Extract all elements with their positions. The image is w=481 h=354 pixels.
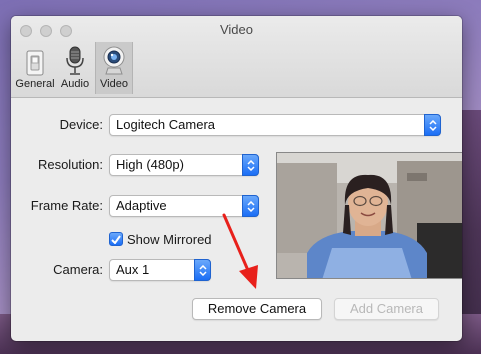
- show-mirrored-label[interactable]: Show Mirrored: [127, 232, 212, 247]
- tab-general[interactable]: General: [15, 42, 55, 94]
- tab-video-label: Video: [100, 78, 128, 90]
- chevron-updown-icon: [194, 259, 211, 281]
- chevron-updown-icon: [424, 114, 441, 136]
- title-bar: Video General Audio Video: [11, 16, 462, 98]
- chevron-updown-icon: [242, 154, 259, 176]
- resolution-popup-value: High (480p): [116, 157, 184, 172]
- switch-icon: [26, 50, 44, 76]
- tab-audio[interactable]: Audio: [55, 42, 95, 94]
- camera-preview-image: [277, 153, 462, 278]
- device-label: Device:: [59, 117, 103, 132]
- device-popup[interactable]: Logitech Camera: [109, 114, 441, 136]
- annotation-arrow-icon: [222, 213, 258, 289]
- checkmark-icon: [111, 234, 121, 244]
- webcam-icon: [103, 46, 125, 75]
- show-mirrored-checkbox[interactable]: [109, 232, 123, 246]
- camera-label: Camera:: [53, 262, 103, 277]
- tab-video[interactable]: Video: [95, 42, 133, 94]
- tab-audio-label: Audio: [60, 78, 90, 90]
- preferences-toolbar: General Audio Video: [15, 42, 133, 94]
- camera-preview: [276, 152, 462, 279]
- window-title: Video: [219, 22, 253, 37]
- add-camera-button[interactable]: Add Camera: [334, 298, 439, 320]
- device-popup-value: Logitech Camera: [116, 117, 215, 132]
- camera-popup[interactable]: Aux 1: [109, 259, 211, 281]
- microphone-icon: [66, 46, 84, 75]
- resolution-popup[interactable]: High (480p): [109, 154, 259, 176]
- remove-camera-button[interactable]: Remove Camera: [192, 298, 322, 320]
- resolution-label: Resolution:: [37, 157, 103, 172]
- tab-general-label: General: [15, 78, 55, 90]
- frame-rate-popup-value: Adaptive: [116, 198, 167, 213]
- frame-rate-label: Frame Rate:: [30, 198, 103, 213]
- camera-popup-value: Aux 1: [116, 262, 150, 277]
